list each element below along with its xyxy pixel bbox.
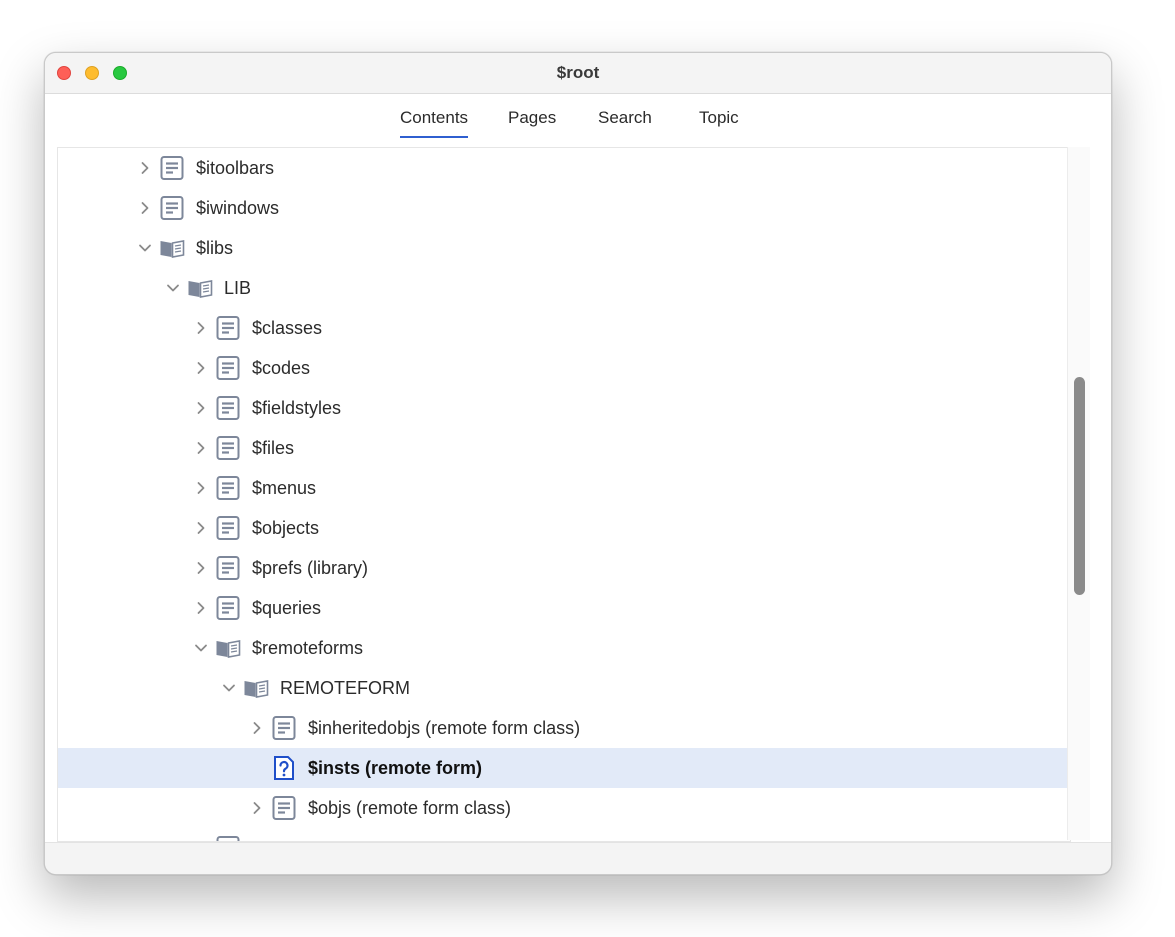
page-icon	[271, 795, 297, 821]
page-icon	[159, 155, 185, 181]
book-icon	[159, 235, 185, 261]
chevron-right-icon[interactable]	[194, 480, 208, 496]
page-icon	[215, 475, 241, 501]
tree-item-label: $objects	[252, 518, 320, 538]
tree-row[interactable]: $fieldstyles	[58, 388, 1068, 428]
tree-item-label: $remoteforms	[252, 638, 364, 658]
tree-row[interactable]: $queries	[58, 588, 1068, 628]
chevron-right-icon[interactable]	[194, 320, 208, 336]
tree-item-label: $files	[252, 438, 295, 458]
tree-row[interactable]: $iwindows	[58, 188, 1068, 228]
tree-row[interactable]: LIB	[58, 268, 1068, 308]
chevron-right-icon[interactable]	[194, 520, 208, 536]
tree-row[interactable]: $objects	[58, 508, 1068, 548]
tree-item-label: $libs	[196, 238, 234, 258]
tree-item-label: $insts (remote form)	[308, 758, 483, 778]
chevron-right-icon[interactable]	[194, 400, 208, 416]
chevron-right-icon[interactable]	[250, 800, 264, 816]
tree-item-label: $codes	[252, 358, 311, 378]
tree-row[interactable]: $prefs (library)	[58, 548, 1068, 588]
page-icon	[215, 435, 241, 461]
tree-row[interactable]: $files	[58, 428, 1068, 468]
tree-item-label: REMOTEFORM	[280, 678, 410, 698]
page-icon	[215, 395, 241, 421]
chevron-right-icon[interactable]	[194, 440, 208, 456]
tab-contents[interactable]: Contents	[400, 108, 469, 138]
tree-row[interactable]: $objs (remote form class)	[58, 788, 1068, 828]
chevron-down-icon[interactable]	[222, 680, 236, 696]
window-footer	[45, 842, 1111, 874]
tree-item-label: $menus	[252, 478, 317, 498]
contents-tree[interactable]: $itoolbars $iwindows $libs LIB $classes $code…	[57, 147, 1071, 842]
tree-item-label: $inheritedobjs (remote form class)	[308, 718, 581, 738]
book-icon	[187, 275, 213, 301]
window-title: $root	[556, 63, 600, 82]
page-icon	[271, 715, 297, 741]
tree-row[interactable]: $remoteforms	[58, 628, 1068, 668]
page-icon	[215, 555, 241, 581]
tree-row[interactable]: $libs	[58, 228, 1068, 268]
book-icon	[243, 675, 269, 701]
tree-row[interactable]: $insts (remote form)	[58, 748, 1068, 788]
chevron-right-icon[interactable]	[138, 160, 152, 176]
chevron-right-icon[interactable]	[194, 360, 208, 376]
chevron-right-icon[interactable]	[194, 560, 208, 576]
chevron-down-icon[interactable]	[194, 640, 208, 656]
vertical-scrollbar[interactable]	[1067, 147, 1090, 840]
tree-row[interactable]: $itoolbars	[58, 148, 1068, 188]
tree-row[interactable]: $menus	[58, 468, 1068, 508]
help-page-icon	[271, 755, 297, 781]
tree-item-label: $itoolbars	[196, 158, 275, 178]
tab-bar: Contents Pages Search Topic	[45, 94, 1111, 140]
tree-item-label: $objs (remote form class)	[308, 798, 512, 818]
chevron-right-icon[interactable]	[194, 600, 208, 616]
tree-row[interactable]: REMOTEFORM	[58, 668, 1068, 708]
chevron-down-icon[interactable]	[138, 240, 152, 256]
tree-row[interactable]: $inheritedobjs (remote form class)	[58, 708, 1068, 748]
tree-row[interactable]: $classes	[58, 308, 1068, 348]
page-icon	[159, 195, 185, 221]
chevron-down-icon[interactable]	[166, 280, 180, 296]
tree-item-label: $queries	[252, 598, 322, 618]
tree-item-label: $fieldstyles	[252, 398, 342, 418]
page-icon	[215, 515, 241, 541]
scrollbar-thumb[interactable]	[1074, 377, 1085, 595]
page-icon	[215, 315, 241, 341]
help-window: $root Contents Pages Search Topic $itool…	[44, 52, 1112, 875]
tree-item-label: LIB	[224, 278, 252, 298]
tree-row[interactable]: $codes	[58, 348, 1068, 388]
chevron-right-icon[interactable]	[250, 720, 264, 736]
tab-pages[interactable]: Pages	[508, 108, 556, 136]
page-icon	[215, 595, 241, 621]
tab-search[interactable]: Search	[598, 108, 652, 136]
page-icon	[215, 355, 241, 381]
tree-item-label: $prefs (library)	[252, 558, 369, 578]
tab-topic[interactable]: Topic	[699, 108, 739, 136]
chevron-right-icon[interactable]	[138, 200, 152, 216]
title-bar[interactable]: $root	[45, 53, 1111, 94]
tree-row[interactable]	[58, 828, 1068, 841]
tree-item-label: $classes	[252, 318, 323, 338]
tree-item-label: $iwindows	[196, 198, 280, 218]
book-icon	[215, 635, 241, 661]
page-icon	[215, 835, 241, 841]
